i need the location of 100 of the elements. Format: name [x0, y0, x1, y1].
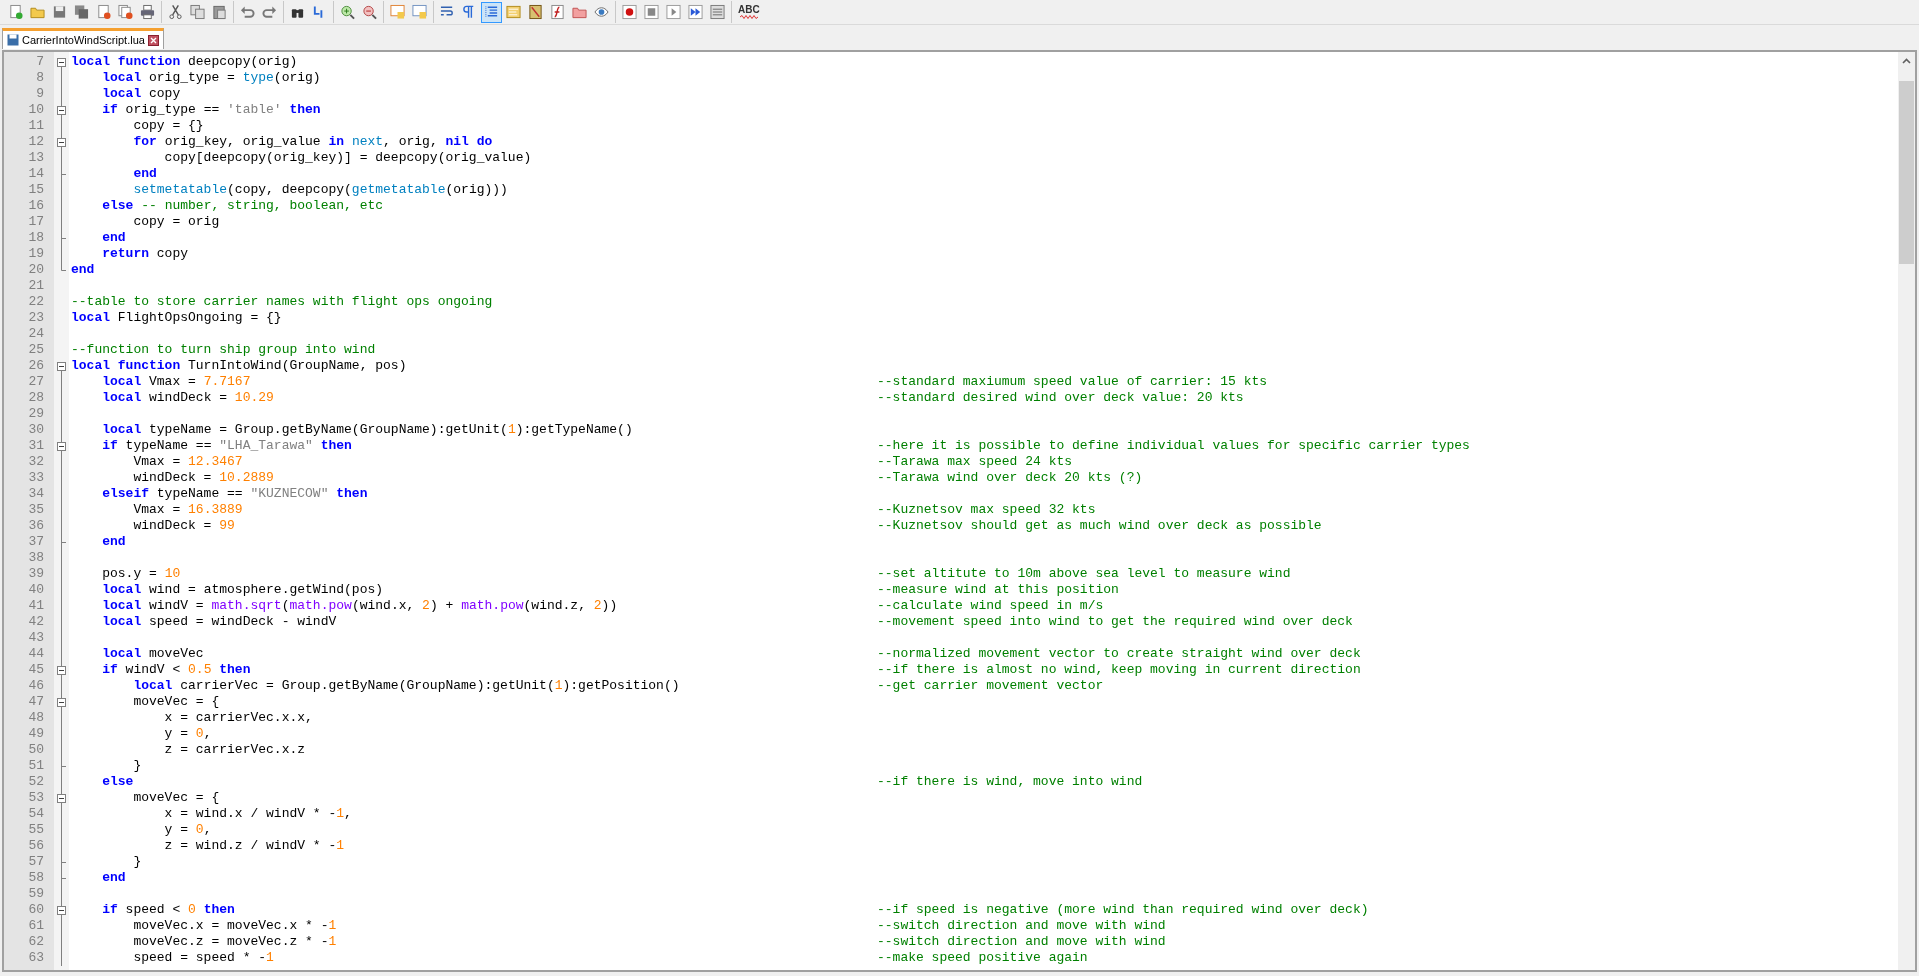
new-file-icon — [8, 4, 23, 20]
code-line: local typeName = Group.getByName(GroupName):getUnit(1):getTypeName() — [101, 422, 633, 437]
code-line: local windV = math.sqrt(math.pow(wind.x, 2) + math.pow(wind.z, 2)) — [101, 598, 618, 613]
code-comment: --set altitute to 10m above sea level to measure wind — [877, 566, 1291, 582]
code-line: pos.y = 10 — [101, 566, 181, 581]
close-icon[interactable] — [147, 34, 159, 46]
code-line: end — [71, 262, 95, 277]
fold-collapse-icon[interactable] — [57, 793, 66, 803]
code-line: z = wind.z / windV * -1 — [163, 838, 345, 853]
line-number: 36 — [27, 518, 45, 534]
line-number: 29 — [27, 406, 45, 422]
line-number: 62 — [27, 934, 45, 950]
line-number: 22 — [27, 294, 45, 310]
line-number: 47 — [27, 694, 45, 710]
save-all-icon — [74, 4, 89, 20]
line-number: 28 — [27, 390, 45, 406]
code-comment: --movement speed into wind to get the required wind over deck — [877, 614, 1353, 630]
line-number: 37 — [27, 534, 45, 550]
line-number: 50 — [27, 742, 45, 758]
line-number: 7 — [35, 54, 45, 70]
line-number: 21 — [27, 278, 45, 294]
line-number: 12 — [27, 134, 45, 150]
printer-icon — [140, 4, 155, 20]
line-number: 63 — [27, 950, 45, 966]
fold-collapse-icon[interactable] — [57, 905, 66, 915]
line-number: 30 — [27, 422, 45, 438]
line-number: 11 — [27, 118, 45, 134]
scrollbar-thumb[interactable] — [1899, 81, 1914, 264]
fold-collapse-icon[interactable] — [57, 137, 66, 147]
map-icon — [528, 4, 543, 20]
line-number: 13 — [27, 150, 45, 166]
line-number: 56 — [27, 838, 45, 854]
spellcheck-button[interactable]: ABC — [735, 1, 763, 23]
line-number: 25 — [27, 342, 45, 358]
line-number: 31 — [27, 438, 45, 454]
copy-icon — [190, 4, 205, 20]
fold-collapse-icon[interactable] — [57, 57, 66, 67]
fold-collapse-icon[interactable] — [57, 105, 66, 115]
code-comment: --Kuznetsov max speed 32 kts — [877, 502, 1096, 518]
line-number: 9 — [35, 86, 45, 102]
line-number: 51 — [27, 758, 45, 774]
code-comment: --make speed positive again — [877, 950, 1088, 966]
line-number: 46 — [27, 678, 45, 694]
code-line: moveVec = { — [132, 790, 220, 805]
line-number: 54 — [27, 806, 45, 822]
code-line: moveVec = { — [132, 694, 220, 709]
line-number: 59 — [27, 886, 45, 902]
wavy-underline-icon — [739, 15, 758, 19]
code-line: local windDeck = 10.29 — [101, 390, 274, 405]
code-comment: --here it is possible to define individual values for specific carrier types — [877, 438, 1470, 454]
close-all-icon — [118, 4, 133, 20]
indent-guide-button[interactable] — [481, 1, 502, 23]
sync-horizontal-icon — [412, 4, 427, 20]
line-number: 55 — [27, 822, 45, 838]
code-line: y = 0, — [163, 726, 212, 741]
code-comment: --Tarawa max speed 24 kts — [877, 454, 1073, 470]
line-number: 52 — [27, 774, 45, 790]
record-icon — [622, 4, 637, 20]
vertical-scrollbar[interactable] — [1898, 52, 1915, 970]
code-line: else — [101, 774, 134, 789]
code-line: else -- number, string, boolean, etc — [101, 198, 384, 213]
fold-collapse-icon[interactable] — [57, 697, 66, 707]
line-number: 40 — [27, 582, 45, 598]
code-line: copy[deepcopy(orig_key)] = deepcopy(orig_value) — [163, 150, 532, 165]
code-line: copy = {} — [132, 118, 204, 133]
code-line: local copy — [101, 86, 181, 101]
code-line: for orig_key, orig_value in next, orig, nil do — [132, 134, 493, 149]
line-number: 16 — [27, 198, 45, 214]
code-line: windDeck = 10.2889 — [132, 470, 274, 485]
scroll-up-icon[interactable] — [1902, 58, 1911, 64]
fold-collapse-icon[interactable] — [57, 665, 66, 675]
line-number: 53 — [27, 790, 45, 806]
fold-collapse-icon[interactable] — [57, 441, 66, 451]
code-line: elseif typeName == "KUZNECOW" then — [101, 486, 368, 501]
code-line: end — [101, 534, 126, 549]
code-line: windDeck = 99 — [132, 518, 235, 533]
line-number: 61 — [27, 918, 45, 934]
line-number: 44 — [27, 646, 45, 662]
code-line: local moveVec — [101, 646, 204, 661]
file-tab[interactable]: CarrierIntoWindScript.lua — [2, 28, 164, 49]
line-number: 20 — [27, 262, 45, 278]
code-comment: --Tarawa wind over deck 20 kts (?) — [877, 470, 1143, 486]
code-line: local speed = windDeck - windV — [101, 614, 337, 629]
line-number: 42 — [27, 614, 45, 630]
line-number: 57 — [27, 854, 45, 870]
code-comment: --standard desired wind over deck value: 20 kts — [877, 390, 1244, 406]
line-number: 24 — [27, 326, 45, 342]
code-comment: --get carrier movement vector — [877, 678, 1104, 694]
code-comment: --normalized movement vector to create straight wind over deck — [877, 646, 1361, 662]
document-lines-icon — [506, 4, 521, 20]
fast-forward-icon — [688, 4, 703, 20]
code-line: y = 0, — [163, 822, 212, 837]
code-line: local Vmax = 7.7167 — [101, 374, 251, 389]
code-line: moveVec.x = moveVec.x * -1 — [132, 918, 337, 933]
code-comment: --switch direction and move with wind — [877, 918, 1166, 934]
fold-collapse-icon[interactable] — [57, 361, 66, 371]
line-number: 48 — [27, 710, 45, 726]
line-number: 49 — [27, 726, 45, 742]
code-line: --function to turn ship group into wind — [71, 342, 376, 357]
code-line: local function TurnIntoWind(GroupName, pos) — [71, 358, 407, 373]
